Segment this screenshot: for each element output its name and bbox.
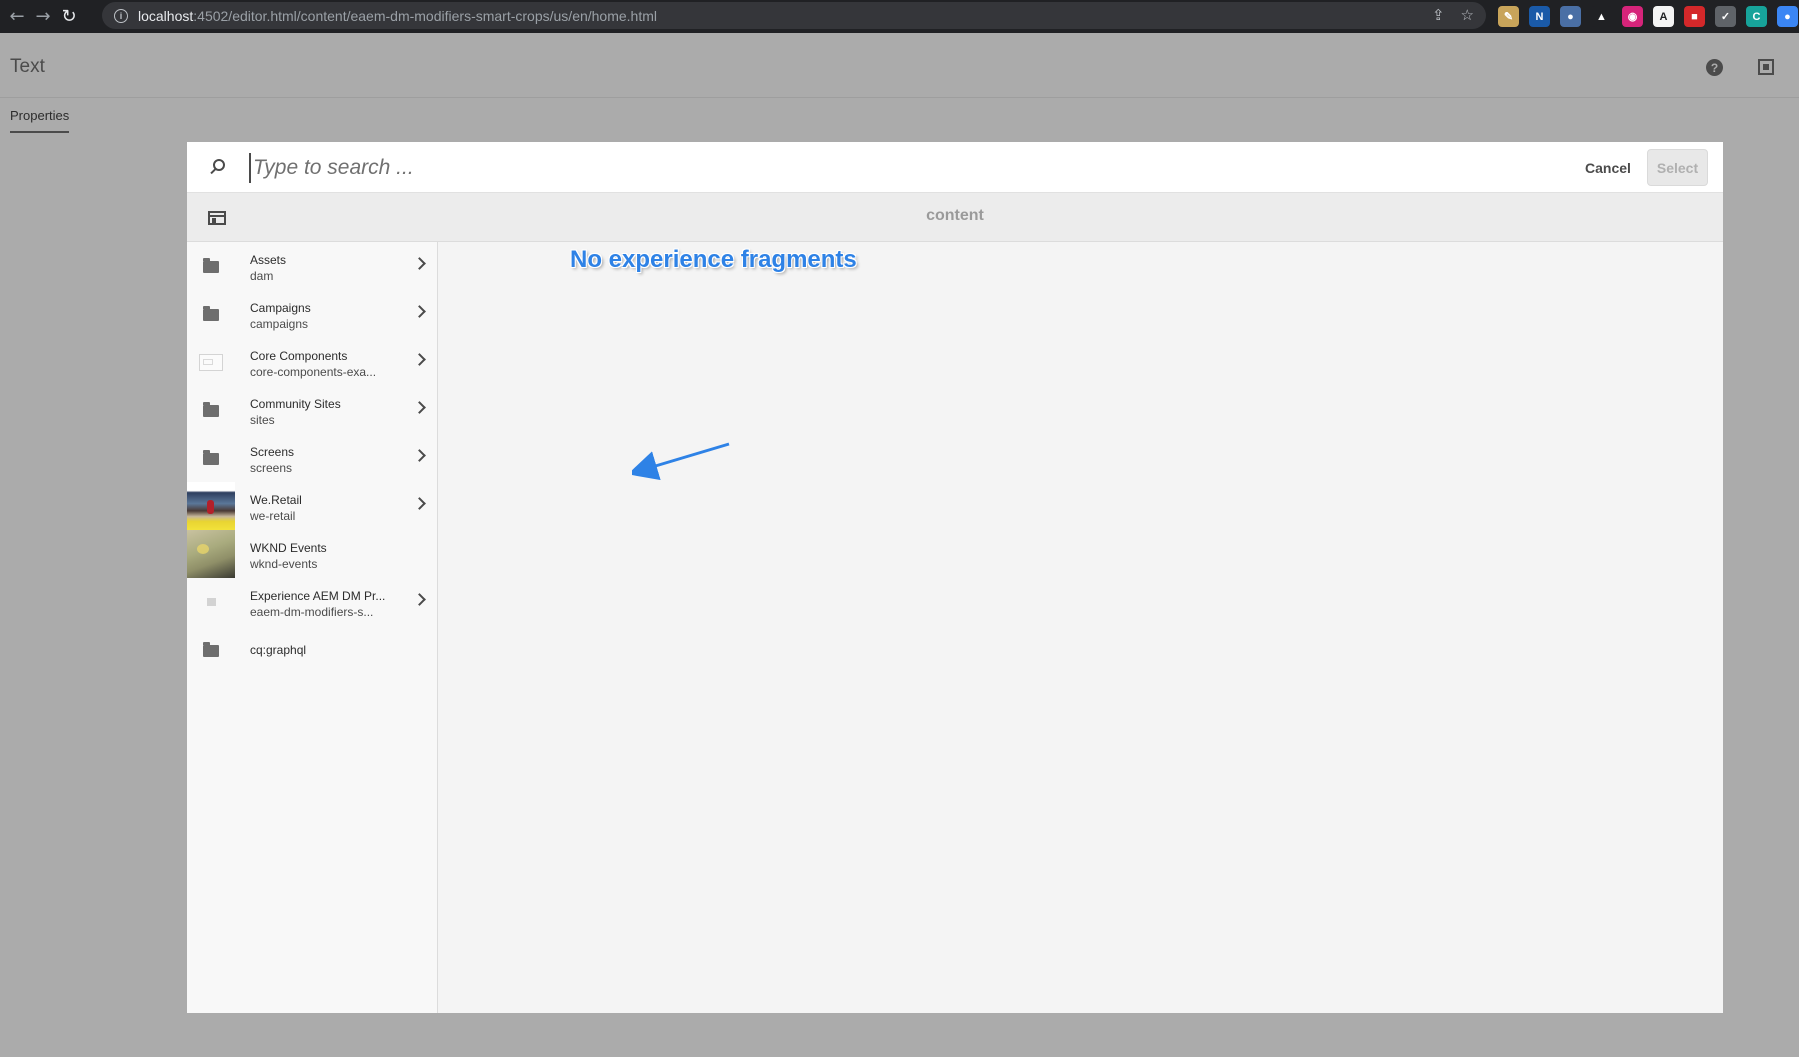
- list-item[interactable]: Campaigns campaigns: [187, 290, 437, 338]
- pink-circle-extension-icon[interactable]: ◉: [1622, 6, 1643, 27]
- item-subtitle: campaigns: [250, 317, 309, 331]
- search-input[interactable]: [249, 153, 1349, 183]
- folder-icon: [187, 386, 235, 434]
- cancel-button[interactable]: Cancel: [1577, 152, 1639, 184]
- select-button[interactable]: Select: [1647, 149, 1708, 186]
- c-extension-icon[interactable]: C: [1746, 6, 1767, 27]
- fullscreen-icon[interactable]: [1758, 59, 1774, 75]
- list-item[interactable]: cq:graphql: [187, 626, 437, 674]
- pen-extension-icon[interactable]: ✎: [1498, 6, 1519, 27]
- browser-toolbar: ← → ↻ i localhost:4502/editor.html/conte…: [0, 0, 1799, 33]
- list-item[interactable]: We.Retail we-retail: [187, 482, 437, 530]
- back-icon[interactable]: ←: [4, 4, 30, 30]
- item-subtitle: eaem-dm-modifiers-s...: [250, 605, 374, 619]
- red-extension-icon[interactable]: ■: [1684, 6, 1705, 27]
- list-item[interactable]: Experience AEM DM Pr... eaem-dm-modifiers…: [187, 578, 437, 626]
- header-divider: [0, 97, 1799, 98]
- path-header: content: [187, 193, 1723, 242]
- current-path-title: content: [926, 207, 984, 224]
- forward-icon[interactable]: →: [30, 4, 56, 30]
- circle-extension-icon[interactable]: ●: [1560, 6, 1581, 27]
- item-subtitle: dam: [250, 269, 274, 283]
- item-subtitle: screens: [250, 461, 293, 475]
- folder-icon: [187, 434, 235, 482]
- help-icon[interactable]: ?: [1706, 59, 1723, 76]
- chevron-right-icon[interactable]: [413, 353, 426, 366]
- item-title: Screens: [250, 445, 295, 459]
- folder-icon: [187, 626, 235, 674]
- item-title: Campaigns: [250, 301, 311, 315]
- column-view: Assets dam Campaigns campaigns Core Componen…: [187, 242, 438, 1013]
- reload-icon[interactable]: ↻: [56, 4, 82, 30]
- path-picker-dialog: Cancel Select content Assets dam Campaigns…: [187, 142, 1723, 1013]
- wrench-extension-icon[interactable]: ✓: [1715, 6, 1736, 27]
- search-icon: [213, 159, 225, 171]
- dialog-title: Text: [10, 56, 45, 77]
- url-path: :4502/editor.html/content/eaem-dm-modifi…: [193, 7, 658, 24]
- list-item[interactable]: Assets dam: [187, 242, 437, 290]
- list-item[interactable]: Community Sites sites: [187, 386, 437, 434]
- item-subtitle: sites: [250, 413, 275, 427]
- url-text[interactable]: localhost:4502/editor.html/content/eaem-…: [138, 8, 657, 24]
- item-subtitle: core-components-exa...: [250, 365, 377, 379]
- n-extension-icon[interactable]: N: [1529, 6, 1550, 27]
- site-info-icon[interactable]: i: [114, 8, 128, 23]
- address-bar[interactable]: i localhost:4502/editor.html/content/eae…: [102, 2, 1486, 29]
- item-title: Core Components: [250, 349, 348, 363]
- chevron-right-icon[interactable]: [413, 449, 426, 462]
- search-bar: Cancel Select: [187, 142, 1723, 193]
- item-title: WKND Events: [250, 541, 327, 555]
- annotation-text: No experience fragments: [570, 246, 857, 273]
- chevron-right-icon[interactable]: [413, 305, 426, 318]
- item-title: Assets: [250, 253, 287, 267]
- url-host: localhost: [138, 7, 194, 24]
- share-icon[interactable]: ⇪: [1432, 6, 1445, 24]
- blue-extension-icon[interactable]: ●: [1777, 6, 1798, 27]
- item-title: Experience AEM DM Pr...: [250, 589, 386, 603]
- chevron-right-icon[interactable]: [413, 257, 426, 270]
- tab-properties[interactable]: Properties: [10, 108, 70, 133]
- bookmark-star-icon[interactable]: ☆: [1461, 6, 1474, 24]
- item-subtitle: we-retail: [250, 509, 296, 523]
- chevron-right-icon[interactable]: [413, 401, 426, 414]
- adobe-extension-icon[interactable]: A: [1653, 6, 1674, 27]
- folder-icon: [187, 242, 235, 290]
- item-title: We.Retail: [250, 493, 302, 507]
- hat-extension-icon[interactable]: ▲: [1591, 6, 1612, 27]
- chevron-right-icon[interactable]: [413, 497, 426, 510]
- list-item[interactable]: WKND Events wknd-events: [187, 530, 437, 578]
- annotation-arrow: [632, 442, 730, 480]
- list-item[interactable]: Core Components core-components-exa...: [187, 338, 437, 386]
- item-title: cq:graphql: [250, 643, 307, 657]
- list-item[interactable]: Screens screens: [187, 434, 437, 482]
- folder-icon: [187, 290, 235, 338]
- extensions-bar: ✎ N ● ▲ ◉ A ■ ✓ C ●: [1498, 6, 1798, 27]
- item-title: Community Sites: [250, 397, 341, 411]
- site-thumbnail: [187, 530, 235, 578]
- page-thumbnail: [187, 578, 235, 626]
- item-subtitle: wknd-events: [250, 557, 318, 571]
- chevron-right-icon[interactable]: [413, 593, 426, 606]
- page-thumbnail: [187, 338, 235, 386]
- site-thumbnail: [187, 482, 235, 530]
